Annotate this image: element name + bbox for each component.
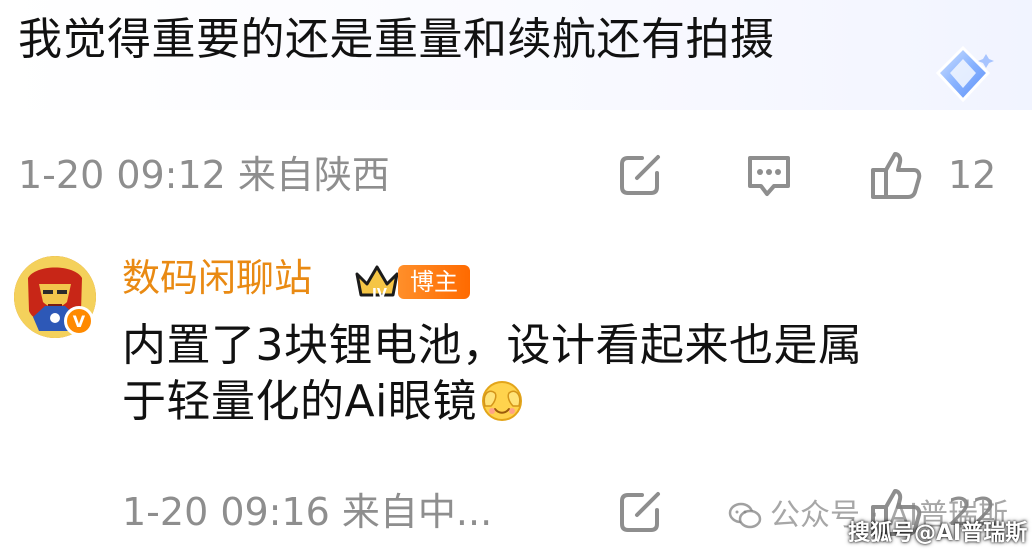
timestamp-location: 1-20 09:12 来自陕西 <box>18 153 390 197</box>
comment-line-2-text: 于轻量化的Ai眼镜 <box>122 376 477 427</box>
like-count: 12 <box>948 153 997 197</box>
comment-screen: 我觉得重要的还是重量和续航还有拍摄 1-20 09:12 来自陕西 12 V 数… <box>0 0 1032 555</box>
share-icon <box>620 492 660 532</box>
svg-text:IV: IV <box>372 287 387 302</box>
comment-button[interactable] <box>739 145 799 205</box>
comment-meta-row: 1-20 09:12 来自陕西 12 <box>0 145 1032 205</box>
gem-icon <box>935 45 994 103</box>
share-button[interactable] <box>610 145 670 205</box>
share-icon <box>620 155 660 195</box>
sohu-watermark: 搜狐号@AI普瑞斯 <box>848 521 1028 546</box>
comment-body: 内置了3块锂电池，设计看起来也是属 于轻量化的Ai眼镜 <box>122 318 1002 430</box>
verify-icon: V <box>64 306 94 336</box>
comment-line-2: 于轻量化的Ai眼镜 <box>122 374 1002 430</box>
blogger-tag: 博主 <box>398 265 470 299</box>
share-button[interactable] <box>610 482 670 542</box>
wechat-icon <box>728 502 762 529</box>
comment-line-1: 内置了3块锂电池，设计看起来也是属 <box>122 320 863 371</box>
highlighted-comment: 我觉得重要的还是重量和续航还有拍摄 <box>0 0 1032 110</box>
timestamp-location: 1-20 09:16 来自中... <box>122 490 493 534</box>
shy-face-emoji-icon <box>481 381 522 421</box>
like-icon <box>871 152 922 199</box>
crown-icon: IV <box>355 265 399 302</box>
comment-icon <box>748 156 790 196</box>
comment-text: 我觉得重要的还是重量和续航还有拍摄 <box>18 14 775 65</box>
username[interactable]: 数码闲聊站 <box>122 254 312 302</box>
like-button[interactable] <box>866 145 926 205</box>
